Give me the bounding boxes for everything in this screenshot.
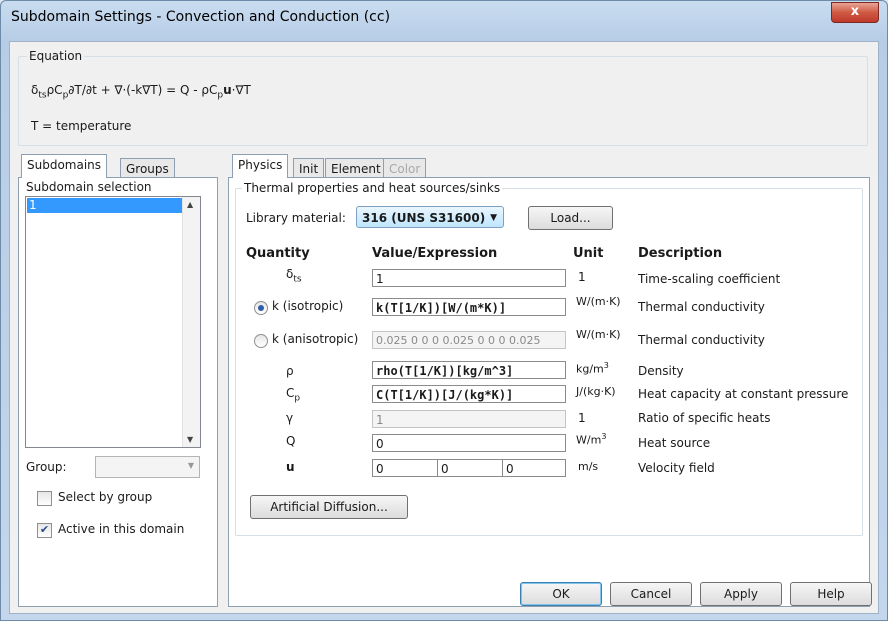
subdomain-selection-label: Subdomain selection: [26, 180, 152, 194]
gamma-description: Ratio of specific heats: [638, 411, 771, 425]
u-y-input[interactable]: 0: [437, 459, 503, 477]
dts-input[interactable]: 1: [372, 269, 566, 287]
equation-formula: δtsρCp∂T/∂t + ∇·(-k∇T) = Q - ρCpu·∇T: [31, 83, 251, 101]
quantity-cp: Cp: [286, 386, 301, 404]
k-anisotropic-description: Thermal conductivity: [638, 333, 765, 347]
load-button[interactable]: Load...: [528, 206, 613, 230]
rho-unit: kg/m3: [576, 361, 609, 376]
chevron-down-icon: ▼: [187, 461, 194, 470]
q-unit: W/m3: [576, 432, 607, 447]
select-by-group-checkbox[interactable]: [37, 491, 52, 506]
equation-group: Equation δtsρCp∂T/∂t + ∇·(-k∇T) = Q - ρC…: [18, 49, 868, 146]
header-description: Description: [638, 246, 723, 261]
active-in-domain-checkbox[interactable]: ✔: [37, 523, 52, 538]
chevron-down-icon: ▼: [490, 213, 497, 223]
tab-subdomains[interactable]: Subdomains: [21, 154, 108, 178]
group-label: Group:: [26, 460, 67, 474]
gamma-unit: 1: [578, 411, 586, 425]
u-z-input[interactable]: 0: [502, 459, 566, 477]
k-isotropic-radio[interactable]: [254, 301, 268, 315]
ok-button[interactable]: OK: [520, 582, 602, 606]
equation-label: Equation: [27, 49, 85, 63]
cancel-button[interactable]: Cancel: [610, 582, 692, 606]
title-bar[interactable]: Subdomain Settings - Convection and Cond…: [1, 1, 887, 35]
thermal-properties-label: Thermal properties and heat sources/sink…: [242, 181, 503, 195]
header-unit: Unit: [573, 246, 604, 261]
quantity-rho: ρ: [286, 364, 294, 378]
dialog-window: Subdomain Settings - Convection and Cond…: [0, 0, 888, 621]
window-title: Subdomain Settings - Convection and Cond…: [11, 9, 391, 25]
k-anisotropic-unit: W/(m·K): [576, 328, 621, 341]
q-description: Heat source: [638, 436, 711, 450]
close-button[interactable]: x: [831, 2, 879, 23]
scroll-up-icon[interactable]: ▲: [187, 200, 193, 209]
cp-unit: J/(kg·K): [576, 385, 616, 398]
equation-variable-note: T = temperature: [31, 119, 132, 133]
dts-description: Time-scaling coefficient: [638, 272, 781, 286]
active-in-domain-label: Active in this domain: [58, 522, 185, 536]
tab-groups[interactable]: Groups: [120, 158, 175, 179]
header-quantity: Quantity: [246, 246, 310, 261]
group-combobox[interactable]: ▼: [95, 456, 200, 478]
header-value: Value/Expression: [372, 246, 498, 261]
library-material-select[interactable]: 316 (UNS S31600) ▼: [356, 206, 504, 228]
subdomain-scrollbar[interactable]: ▲ ▼: [182, 197, 200, 447]
tab-color: Color: [383, 158, 427, 179]
tab-element[interactable]: Element: [325, 158, 387, 179]
thermal-properties-group: Thermal properties and heat sources/sink…: [235, 181, 863, 536]
k-isotropic-label: k (isotropic): [272, 299, 344, 313]
gamma-input: 1: [372, 410, 566, 428]
cp-input[interactable]: C(T[1/K])[J/(kg*K)]: [372, 385, 566, 403]
subdomain-listbox[interactable]: 1 ▲ ▼: [25, 196, 201, 448]
apply-button[interactable]: Apply: [700, 582, 782, 606]
rho-description: Density: [638, 364, 684, 378]
subdomains-panel: Subdomain selection 1 ▲ ▼ Group: ▼ Selec…: [18, 177, 218, 607]
q-input[interactable]: 0: [372, 434, 566, 452]
subdomain-item-1[interactable]: 1: [27, 198, 183, 213]
k-isotropic-input[interactable]: k(T[1/K])[W/(m*K)]: [372, 298, 566, 316]
select-by-group-label: Select by group: [58, 490, 153, 504]
physics-panel: Thermal properties and heat sources/sink…: [228, 177, 870, 607]
library-material-label: Library material:: [246, 211, 346, 225]
quantity-q: Q: [286, 434, 296, 448]
quantity-dts: δts: [286, 267, 302, 285]
quantity-gamma: γ: [286, 411, 294, 425]
k-isotropic-unit: W/(m·K): [576, 295, 621, 308]
rho-input[interactable]: rho(T[1/K])[kg/m^3]: [372, 361, 566, 379]
artificial-diffusion-button[interactable]: Artificial Diffusion...: [250, 495, 408, 519]
cp-description: Heat capacity at constant pressure: [638, 387, 849, 401]
k-anisotropic-label: k (anisotropic): [272, 332, 359, 346]
quantity-u: u: [286, 460, 295, 474]
k-anisotropic-input: 0.025 0 0 0 0.025 0 0 0 0.025: [372, 331, 566, 349]
k-anisotropic-radio[interactable]: [254, 334, 268, 348]
tab-init[interactable]: Init: [293, 158, 325, 179]
dts-unit: 1: [578, 270, 586, 284]
tab-physics[interactable]: Physics: [232, 154, 289, 178]
u-x-input[interactable]: 0: [372, 459, 438, 477]
u-unit: m/s: [578, 460, 599, 473]
u-description: Velocity field: [638, 461, 715, 475]
dialog-client: Equation δtsρCp∂T/∂t + ∇·(-k∇T) = Q - ρC…: [9, 41, 879, 614]
k-isotropic-description: Thermal conductivity: [638, 300, 765, 314]
scroll-down-icon[interactable]: ▼: [187, 435, 193, 444]
help-button[interactable]: Help: [790, 582, 872, 606]
